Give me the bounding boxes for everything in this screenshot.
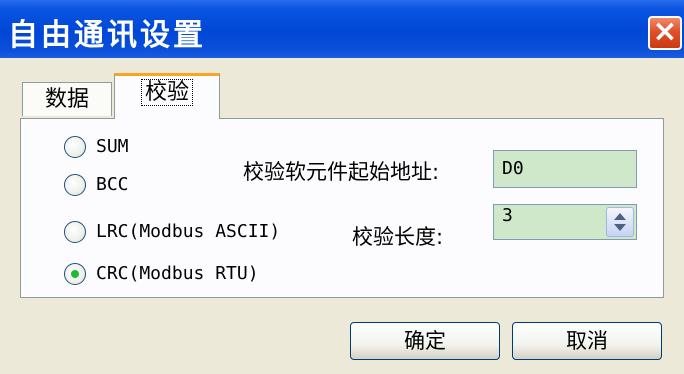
spin-up-icon[interactable] xyxy=(614,213,626,220)
radio-lrc-label: LRC(Modbus ASCII) xyxy=(96,221,281,242)
tab-checksum-label: 校验 xyxy=(140,79,193,106)
radio-crc-label: CRC(Modbus RTU) xyxy=(96,263,259,284)
radio-lrc[interactable] xyxy=(64,221,86,243)
cancel-button[interactable]: 取消 xyxy=(512,322,662,360)
spin-down-icon[interactable] xyxy=(614,224,626,231)
tab-checksum[interactable]: 校验 xyxy=(114,73,220,119)
radio-bcc-label: BCC xyxy=(96,174,129,195)
radio-sum-label: SUM xyxy=(96,136,129,157)
length-label: 校验长度: xyxy=(352,225,444,249)
start-address-label: 校验软元件起始地址: xyxy=(243,160,440,184)
tab-data-label: 数据 xyxy=(44,87,89,112)
radio-bcc[interactable] xyxy=(64,174,86,196)
start-address-input[interactable]: D0 xyxy=(493,150,637,188)
ok-button[interactable]: 确定 xyxy=(350,322,500,360)
close-icon[interactable]: × xyxy=(648,16,682,50)
window-title: 自由通讯设置 xyxy=(8,18,206,53)
radio-sum[interactable] xyxy=(64,136,86,158)
length-spinner-buttons[interactable] xyxy=(606,207,634,237)
tab-data[interactable]: 数据 xyxy=(22,82,112,116)
title-bar: 自由通讯设置 × xyxy=(0,0,684,58)
radio-crc[interactable] xyxy=(64,263,86,285)
